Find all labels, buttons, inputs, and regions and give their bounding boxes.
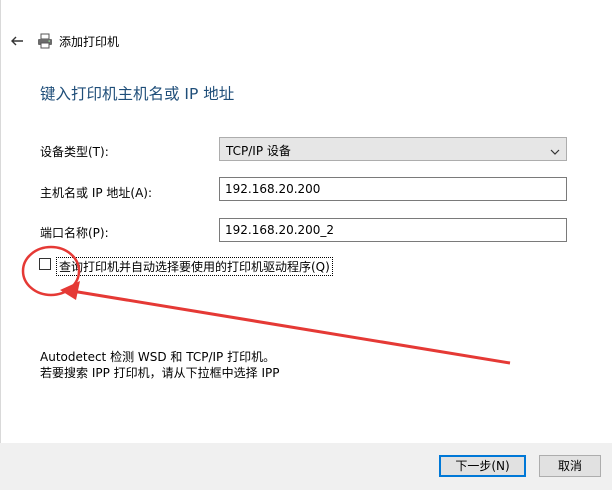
page-heading: 键入打印机主机名或 IP 地址 bbox=[40, 85, 235, 103]
hostname-label: 主机名或 IP 地址(A): bbox=[40, 186, 153, 200]
device-type-select[interactable]: TCP/IP 设备 bbox=[219, 137, 567, 161]
device-type-value: TCP/IP 设备 bbox=[226, 144, 291, 158]
cancel-button[interactable]: 取消 bbox=[539, 455, 601, 477]
info-line-2: 若要搜索 IPP 打印机，请从下拉框中选择 IPP bbox=[40, 366, 280, 380]
port-name-label: 端口名称(P): bbox=[40, 226, 109, 240]
annotation-arrowhead bbox=[60, 281, 80, 300]
query-printer-checkbox-label[interactable]: 查询打印机并自动选择要使用的打印机驱动程序(Q) bbox=[56, 257, 333, 276]
footer-bar: 下一步(N) 取消 bbox=[0, 443, 612, 490]
query-printer-checkbox-row[interactable]: 查询打印机并自动选择要使用的打印机驱动程序(Q) bbox=[38, 256, 333, 276]
port-name-value: 192.168.20.200_2 bbox=[225, 223, 335, 237]
port-name-input[interactable]: 192.168.20.200_2 bbox=[219, 218, 567, 242]
hostname-input[interactable]: 192.168.20.200 bbox=[219, 177, 567, 201]
chevron-down-icon bbox=[549, 143, 561, 155]
next-button[interactable]: 下一步(N) bbox=[439, 455, 526, 477]
hostname-value: 192.168.20.200 bbox=[225, 182, 321, 196]
red-annotation bbox=[21, 245, 511, 365]
window-title: 添加打印机 bbox=[59, 35, 120, 49]
window-edge bbox=[0, 0, 1, 490]
printer-icon bbox=[36, 32, 54, 50]
back-arrow-icon bbox=[11, 36, 23, 46]
back-button[interactable] bbox=[8, 32, 26, 50]
device-type-label: 设备类型(T): bbox=[40, 145, 109, 159]
query-printer-checkbox[interactable] bbox=[39, 258, 51, 270]
title-bar: 添加打印机 bbox=[0, 26, 612, 56]
info-line-1: Autodetect 检测 WSD 和 TCP/IP 打印机。 bbox=[40, 350, 276, 364]
